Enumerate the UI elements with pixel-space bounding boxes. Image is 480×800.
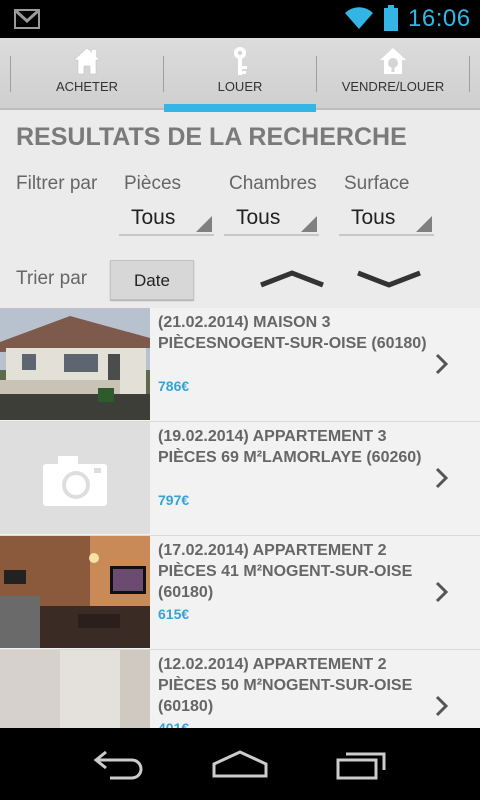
tab-label: VENDRE/LOUER (341, 79, 445, 94)
listing-title: (12.02.2014) APPARTEMENT 2 PIÈCES 50 M²N… (158, 656, 413, 715)
tab-label: ACHETER (55, 79, 119, 94)
dropdown-triangle-icon (301, 216, 317, 232)
chevron-right-icon (435, 581, 449, 603)
pieces-value: Tous (131, 206, 176, 229)
sort-label: Trier par (16, 268, 88, 289)
listing-price: 786€ (158, 378, 190, 394)
listing-price: 401€ (158, 720, 190, 728)
tab-label: LOUER (217, 79, 263, 94)
sort-descending-icon[interactable] (356, 269, 422, 289)
surface-dropdown[interactable]: Tous (339, 206, 434, 236)
app: ACHETER LOUER VENDRE/LOUER RESULTATS DE … (0, 38, 480, 728)
tab-bar: ACHETER LOUER VENDRE/LOUER (0, 38, 480, 112)
chevron-right-icon (435, 467, 449, 489)
sort-ascending-icon[interactable] (259, 269, 325, 289)
wifi-icon (345, 7, 373, 30)
chambres-dropdown[interactable]: Tous (224, 206, 319, 236)
battery-icon (384, 5, 398, 31)
chevron-right-icon (435, 695, 449, 717)
house-sign-icon (380, 48, 406, 74)
dropdown-triangle-icon (416, 216, 432, 232)
filter-chambres-label: Chambres (229, 173, 317, 194)
listing-photo (0, 308, 150, 420)
listing-price: 797€ (158, 492, 190, 508)
tab-vendre-louer[interactable]: VENDRE/LOUER (317, 38, 469, 110)
home-icon[interactable] (210, 748, 270, 780)
camera-icon (43, 456, 107, 506)
listing-photo (0, 536, 150, 648)
filter-label: Filtrer par (16, 173, 98, 194)
house-icon (73, 47, 101, 75)
listing-photo-placeholder (0, 422, 150, 534)
clock: 16:06 (408, 5, 471, 32)
tab-acheter[interactable]: ACHETER (11, 38, 163, 110)
filter-surface-label: Surface (344, 173, 410, 194)
tab-louer[interactable]: LOUER (164, 38, 316, 112)
system-nav-bar (0, 728, 480, 800)
key-icon (234, 47, 247, 75)
chevron-right-icon (435, 353, 449, 375)
status-bar: 16:06 (0, 0, 480, 38)
gmail-icon (14, 9, 40, 29)
list-item[interactable]: (19.02.2014) APPARTEMENT 3 PIÈCES 69 M²L… (0, 422, 480, 536)
chambres-value: Tous (236, 206, 281, 229)
dropdown-triangle-icon (196, 216, 212, 232)
filter-pieces-label: Pièces (124, 173, 182, 194)
list-item[interactable]: (12.02.2014) APPARTEMENT 2 PIÈCES 50 M²N… (0, 650, 480, 728)
listing-photo (0, 650, 150, 728)
recent-apps-icon[interactable] (334, 748, 390, 780)
list-item[interactable]: (21.02.2014) MAISON 3 PIÈCESNOGENT-SUR-O… (0, 308, 480, 422)
listing-title: (19.02.2014) APPARTEMENT 3 PIÈCES 69 M²L… (158, 428, 422, 466)
list-item[interactable]: (17.02.2014) APPARTEMENT 2 PIÈCES 41 M²N… (0, 536, 480, 650)
back-icon[interactable] (92, 748, 148, 780)
sort-date-button[interactable]: Date (110, 260, 194, 300)
listing-price: 615€ (158, 606, 190, 622)
listing-title: (21.02.2014) MAISON 3 PIÈCESNOGENT-SUR-O… (158, 314, 427, 352)
pieces-dropdown[interactable]: Tous (119, 206, 214, 236)
page-title: RESULTATS DE LA RECHERCHE (16, 123, 407, 151)
listing-title: (17.02.2014) APPARTEMENT 2 PIÈCES 41 M²N… (158, 542, 413, 601)
surface-value: Tous (351, 206, 396, 229)
search-results: RESULTATS DE LA RECHERCHE Filtrer par Pi… (0, 110, 480, 728)
tab-separator (469, 56, 470, 92)
